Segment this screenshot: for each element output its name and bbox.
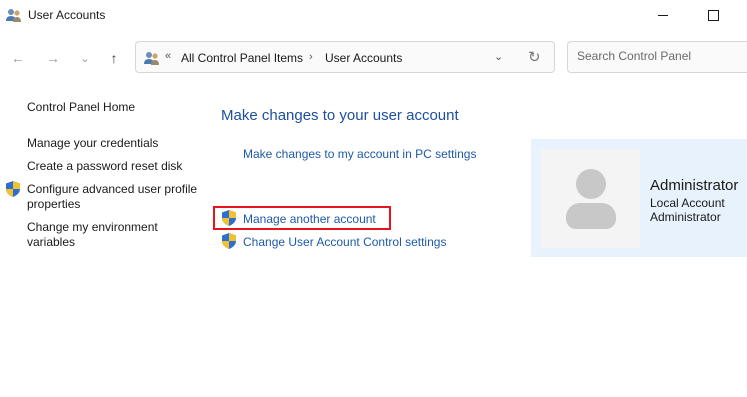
users-icon <box>6 9 21 22</box>
uac-settings-link[interactable]: Change User Account Control settings <box>243 235 446 249</box>
minimize-button[interactable] <box>640 0 686 30</box>
title-bar: User Accounts <box>0 0 747 30</box>
account-name: Administrator <box>650 177 739 194</box>
maximize-button[interactable] <box>690 0 736 30</box>
page-title: Make changes to your user account <box>221 107 459 124</box>
environment-variables-link[interactable]: Change my environment variables <box>27 220 202 250</box>
forward-button[interactable]: → <box>42 47 64 69</box>
refresh-icon[interactable]: ↻ <box>528 48 541 66</box>
chevron-down-icon: ⌄ <box>80 52 90 65</box>
window-title: User Accounts <box>28 8 106 22</box>
shield-icon <box>222 233 236 249</box>
minimize-icon <box>658 14 668 16</box>
account-type: Local Account <box>650 196 725 210</box>
double-chevron-icon[interactable]: « <box>165 50 171 62</box>
account-role: Administrator <box>650 210 721 224</box>
manage-another-account-link[interactable]: Manage another account <box>243 212 376 226</box>
up-button[interactable]: ↑ <box>103 47 125 69</box>
arrow-left-icon: ← <box>11 50 25 66</box>
users-icon <box>144 52 159 65</box>
chevron-down-icon[interactable]: ⌄ <box>494 50 503 63</box>
chevron-right-icon[interactable]: › <box>309 51 313 63</box>
navigation-bar: ← → ⌄ ↑ « All Control Panel Items › User… <box>0 38 747 76</box>
back-button[interactable]: ← <box>7 47 29 69</box>
password-reset-disk-link[interactable]: Create a password reset disk <box>27 159 202 174</box>
search-input[interactable] <box>577 49 747 63</box>
shield-icon <box>222 210 236 226</box>
pc-settings-link[interactable]: Make changes to my account in PC setting… <box>243 147 476 161</box>
breadcrumb-control-panel-items[interactable]: All Control Panel Items <box>181 51 303 65</box>
advanced-profile-properties-link[interactable]: Configure advanced user profile properti… <box>27 182 202 212</box>
avatar <box>541 149 640 248</box>
address-bar[interactable]: « All Control Panel Items › User Account… <box>135 41 555 73</box>
account-panel: Administrator Local Account Administrato… <box>531 139 747 257</box>
manage-credentials-link[interactable]: Manage your credentials <box>27 136 202 151</box>
avatar-head-icon <box>576 169 606 199</box>
control-panel-home-link[interactable]: Control Panel Home <box>27 100 202 115</box>
shield-icon <box>6 181 20 197</box>
search-box[interactable] <box>567 41 747 73</box>
recent-locations-button[interactable]: ⌄ <box>74 47 96 69</box>
arrow-right-icon: → <box>46 50 60 66</box>
maximize-icon <box>707 9 719 21</box>
arrow-up-icon: ↑ <box>110 50 118 66</box>
avatar-body-icon <box>566 203 616 229</box>
breadcrumb-user-accounts[interactable]: User Accounts <box>325 51 402 65</box>
